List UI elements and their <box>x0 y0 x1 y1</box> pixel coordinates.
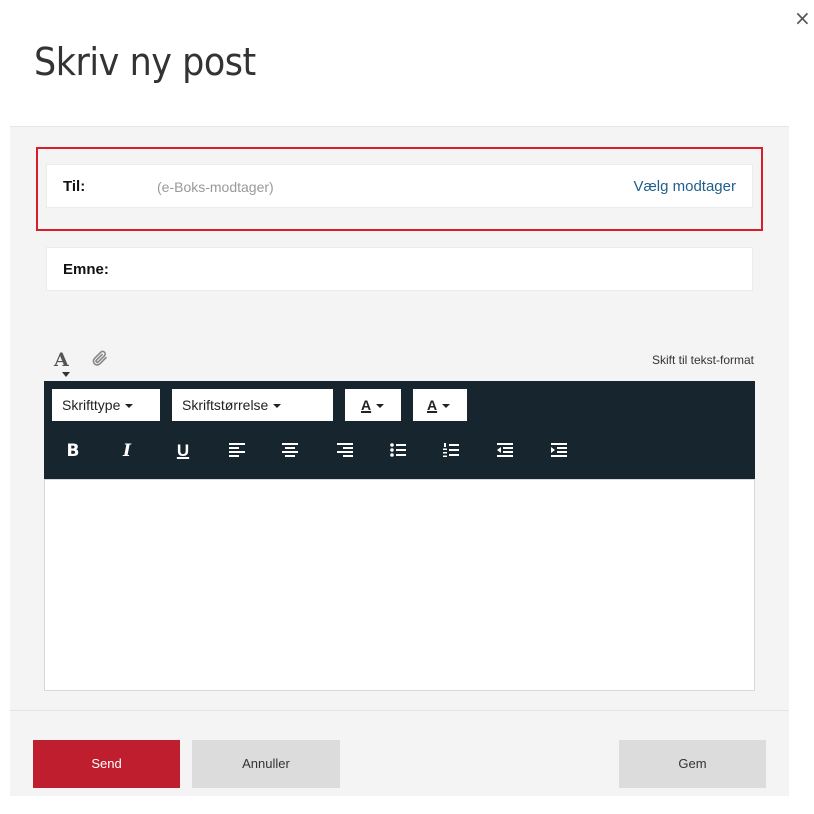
font-family-dropdown[interactable]: Skrifttype <box>52 389 160 421</box>
send-button[interactable]: Send <box>33 740 180 788</box>
switch-to-text-format-link[interactable]: Skift til tekst-format <box>652 353 754 367</box>
align-center-button[interactable] <box>275 438 305 464</box>
formatting-toolbar: Skrifttype Skriftstørrelse A A B I U <box>44 381 755 479</box>
numbered-list-icon <box>443 443 459 457</box>
subject-input[interactable] <box>147 256 737 284</box>
chevron-down-icon <box>376 404 385 409</box>
footer-divider <box>10 710 789 711</box>
indent-button[interactable] <box>544 438 574 464</box>
align-left-icon <box>229 443 245 457</box>
bullet-list-button[interactable] <box>383 438 413 464</box>
font-size-label: Skriftstørrelse <box>182 397 269 413</box>
chevron-down-icon <box>125 404 134 409</box>
chevron-down-icon <box>273 404 282 409</box>
underline-button[interactable]: U <box>168 438 198 464</box>
close-icon[interactable]: × <box>794 8 814 28</box>
italic-button[interactable]: I <box>112 438 142 464</box>
font-format-icon[interactable]: A <box>54 349 70 377</box>
chevron-down-icon <box>442 404 451 409</box>
numbered-list-button[interactable] <box>436 438 466 464</box>
dialog-title: Skriv ny post <box>34 40 256 84</box>
recipient-highlight-box <box>36 147 763 231</box>
subject-field[interactable]: Emne: <box>46 247 753 291</box>
align-right-icon <box>337 443 353 457</box>
text-color-dropdown[interactable]: A <box>345 389 401 421</box>
subject-label: Emne: <box>63 261 109 278</box>
bullet-list-icon <box>390 443 406 457</box>
save-button[interactable]: Gem <box>619 740 766 788</box>
align-center-icon <box>282 443 298 457</box>
paperclip-icon[interactable] <box>91 349 111 369</box>
message-editor[interactable] <box>44 479 755 691</box>
highlight-color-dropdown[interactable]: A <box>413 389 467 421</box>
font-size-dropdown[interactable]: Skriftstørrelse <box>172 389 333 421</box>
text-color-icon: A <box>361 397 372 413</box>
outdent-button[interactable] <box>490 438 520 464</box>
cancel-button[interactable]: Annuller <box>192 740 340 788</box>
bold-button[interactable]: B <box>58 438 88 464</box>
font-family-label: Skrifttype <box>62 397 121 413</box>
align-right-button[interactable] <box>330 438 360 464</box>
align-left-button[interactable] <box>222 438 252 464</box>
indent-icon <box>551 443 567 457</box>
highlight-color-icon: A <box>427 397 438 413</box>
outdent-icon <box>497 443 513 457</box>
